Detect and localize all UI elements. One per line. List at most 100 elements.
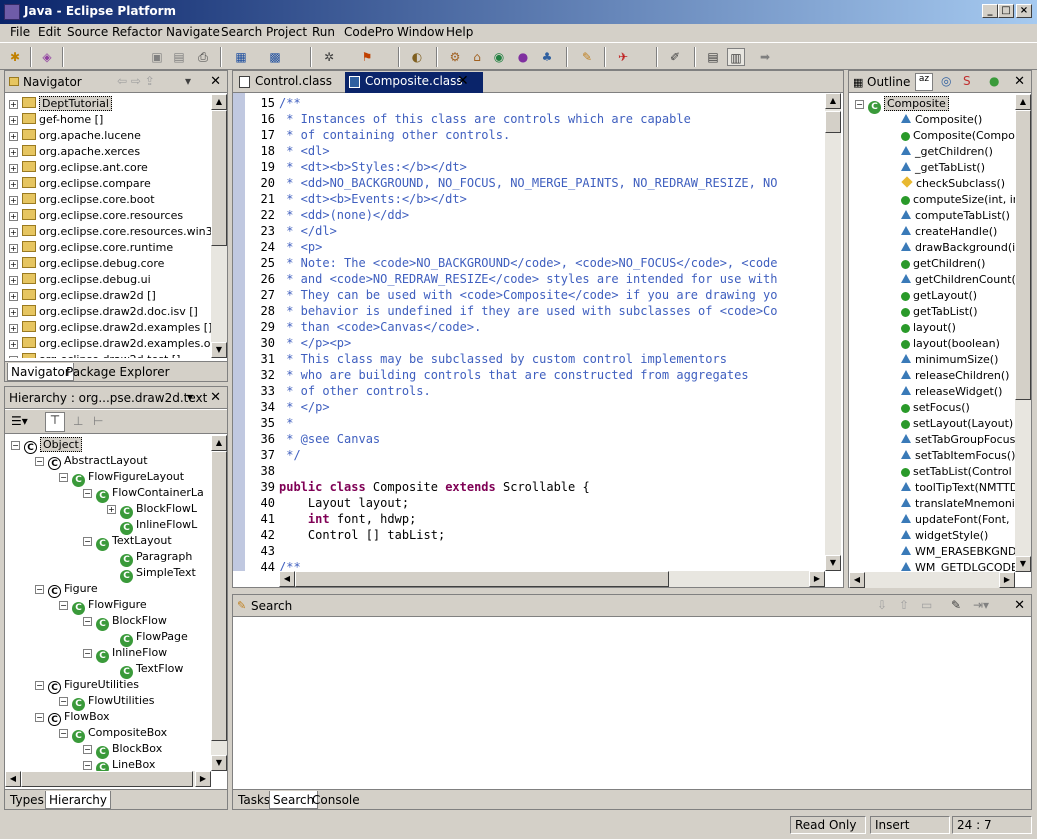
outline-item[interactable]: setFocus(): [901, 400, 970, 416]
hierarchy-vscrollbar[interactable]: ▲ ▼: [211, 435, 227, 771]
hierarchy-item[interactable]: −CParagraph: [107, 549, 192, 567]
hierarchy-item[interactable]: + C BlockFlowL: [107, 501, 197, 519]
navigator-item[interactable]: + org.eclipse.debug.ui: [9, 272, 151, 288]
remove-icon[interactable]: ▭: [921, 598, 932, 612]
code-area[interactable]: 15 /** 16 * Instances of this class are co…: [245, 93, 825, 571]
menu-icon[interactable]: ▾: [187, 390, 193, 404]
outline-hscrollbar[interactable]: ◀ ▶: [849, 572, 1015, 588]
collapse-icon[interactable]: +: [107, 505, 116, 514]
outline-item[interactable]: checkSubclass(): [901, 176, 1005, 192]
hide-nonpublic-icon[interactable]: ●: [989, 74, 999, 88]
tab-console[interactable]: Console: [309, 791, 363, 809]
expand-icon[interactable]: +: [9, 292, 18, 301]
navigator-item[interactable]: + org.eclipse.core.resources.win32: [9, 224, 211, 240]
outline-root[interactable]: − C Composite: [855, 96, 949, 114]
hierarchy-item[interactable]: −CTextFlow: [107, 661, 183, 679]
expand-icon[interactable]: +: [9, 260, 18, 269]
collapse-icon[interactable]: −: [83, 745, 92, 754]
hierarchy-item[interactable]: −CInlineFlowL: [107, 517, 197, 535]
tab-types[interactable]: Types: [7, 791, 47, 809]
collapse-icon[interactable]: −: [35, 713, 44, 722]
hierarchy-item[interactable]: − C FlowFigure: [59, 597, 147, 615]
close-tab-icon[interactable]: ✕: [457, 73, 469, 89]
external-tools-icon[interactable]: ✈: [614, 48, 632, 66]
outline-item[interactable]: releaseWidget(): [901, 384, 1002, 400]
outline-item[interactable]: setTabItemFocus(): [901, 448, 1015, 464]
outline-item[interactable]: WM_ERASEBKGND: [901, 544, 1015, 560]
tab-package-explorer[interactable]: Package Explorer: [63, 363, 173, 381]
outline-item[interactable]: minimumSize(): [901, 352, 998, 368]
codepro-icon-5[interactable]: ♣: [538, 48, 556, 66]
navigator-scrollbar[interactable]: ▲ ▼: [211, 94, 227, 358]
navigator-item[interactable]: + org.eclipse.core.runtime: [9, 240, 173, 256]
navigator-item[interactable]: + org.eclipse.compare: [9, 176, 151, 192]
close-button[interactable]: ×: [1016, 4, 1032, 18]
expand-icon[interactable]: +: [9, 196, 18, 205]
edit-icon[interactable]: ✐: [666, 48, 684, 66]
outline-item[interactable]: createHandle(): [901, 224, 997, 240]
outline-item[interactable]: computeTabList(): [901, 208, 1010, 224]
hierarchy-item[interactable]: − C FlowUtilities: [59, 693, 155, 711]
collapse-icon[interactable]: −: [83, 537, 92, 546]
navigator-item[interactable]: + org.eclipse.core.boot: [9, 192, 155, 208]
editor-vscrollbar[interactable]: ▲ ▼: [825, 93, 841, 571]
navigator-item[interactable]: + org.eclipse.draw2d.examples []: [9, 320, 211, 336]
navigator-item[interactable]: + org.eclipse.core.resources: [9, 208, 183, 224]
sort-icon[interactable]: az: [915, 73, 933, 91]
next-icon[interactable]: ➡: [756, 48, 774, 66]
outline-item[interactable]: WM_GETDLGCODE: [901, 560, 1015, 572]
collapse-icon[interactable]: −: [855, 100, 864, 109]
debug-icon[interactable]: ✲: [320, 48, 338, 66]
collapse-icon[interactable]: −: [83, 489, 92, 498]
expand-icon[interactable]: +: [9, 212, 18, 221]
menu-search[interactable]: Search: [221, 25, 262, 39]
hierarchy-item[interactable]: − C LineBox: [83, 757, 155, 771]
outline-item[interactable]: layout(): [901, 320, 956, 336]
close-icon[interactable]: ✕: [1014, 598, 1025, 613]
supertype-icon[interactable]: ⊥: [73, 414, 83, 428]
navigator-item[interactable]: + org.eclipse.debug.core: [9, 256, 164, 272]
outline-item[interactable]: getChildren(): [901, 256, 985, 272]
collapse-icon[interactable]: −: [35, 457, 44, 466]
hierarchy-item[interactable]: − C AbstractLayout: [35, 453, 148, 470]
expand-icon[interactable]: +: [9, 100, 18, 109]
expand-icon[interactable]: +: [9, 164, 18, 173]
expand-icon[interactable]: +: [9, 228, 18, 237]
hierarchy-item[interactable]: − C Figure: [35, 581, 98, 598]
collapse-icon[interactable]: −: [83, 761, 92, 770]
hierarchy-item[interactable]: − C Object: [11, 437, 82, 454]
outline-item[interactable]: setTabGroupFocus: [901, 432, 1015, 448]
codepro-icon-3[interactable]: ◉: [490, 48, 508, 66]
outline-item[interactable]: toolTipText(NMTTD: [901, 480, 1015, 496]
menu-run[interactable]: Run: [312, 25, 335, 39]
show-selected-icon[interactable]: ▥: [727, 48, 745, 66]
highlight-icon[interactable]: ✎: [578, 48, 596, 66]
menu-source[interactable]: Source: [67, 25, 108, 39]
back-icon[interactable]: ⇦ ⇨ ⇪: [117, 74, 155, 88]
expand-icon[interactable]: +: [9, 324, 18, 333]
view-menu-icon[interactable]: ☰▾: [11, 414, 28, 428]
hierarchy-item[interactable]: − C TextLayout: [83, 533, 172, 551]
hierarchy-item[interactable]: − C InlineFlow: [83, 645, 167, 663]
outline-item[interactable]: setLayout(Layout): [901, 416, 1013, 432]
outline-item[interactable]: translateMnemonic: [901, 496, 1015, 512]
outline-item[interactable]: getLayout(): [901, 288, 977, 304]
prev-match-icon[interactable]: ⇧: [899, 598, 909, 612]
navigator-item[interactable]: + gef-home []: [9, 112, 103, 128]
expand-icon[interactable]: +: [9, 244, 18, 253]
print-icon[interactable]: ⎙: [194, 48, 212, 66]
hide-fields-icon[interactable]: ◎: [941, 74, 951, 88]
expand-icon[interactable]: +: [9, 308, 18, 317]
close-icon[interactable]: ✕: [210, 390, 221, 405]
outline-item[interactable]: widgetStyle(): [901, 528, 988, 544]
menu-navigate[interactable]: Navigate: [166, 25, 220, 39]
menu-refactor[interactable]: Refactor: [112, 25, 162, 39]
hierarchy-item[interactable]: −CSimpleText: [107, 565, 196, 583]
expand-icon[interactable]: +: [9, 116, 18, 125]
hierarchy-item[interactable]: − C BlockBox: [83, 741, 162, 759]
hierarchy-item[interactable]: − C FigureUtilities: [35, 677, 139, 694]
hierarchy-item[interactable]: − C BlockFlow: [83, 613, 167, 631]
tab-control-class[interactable]: Control.class: [237, 74, 336, 88]
expand-icon[interactable]: +: [9, 180, 18, 189]
perspective-icon[interactable]: ◈: [38, 48, 56, 66]
